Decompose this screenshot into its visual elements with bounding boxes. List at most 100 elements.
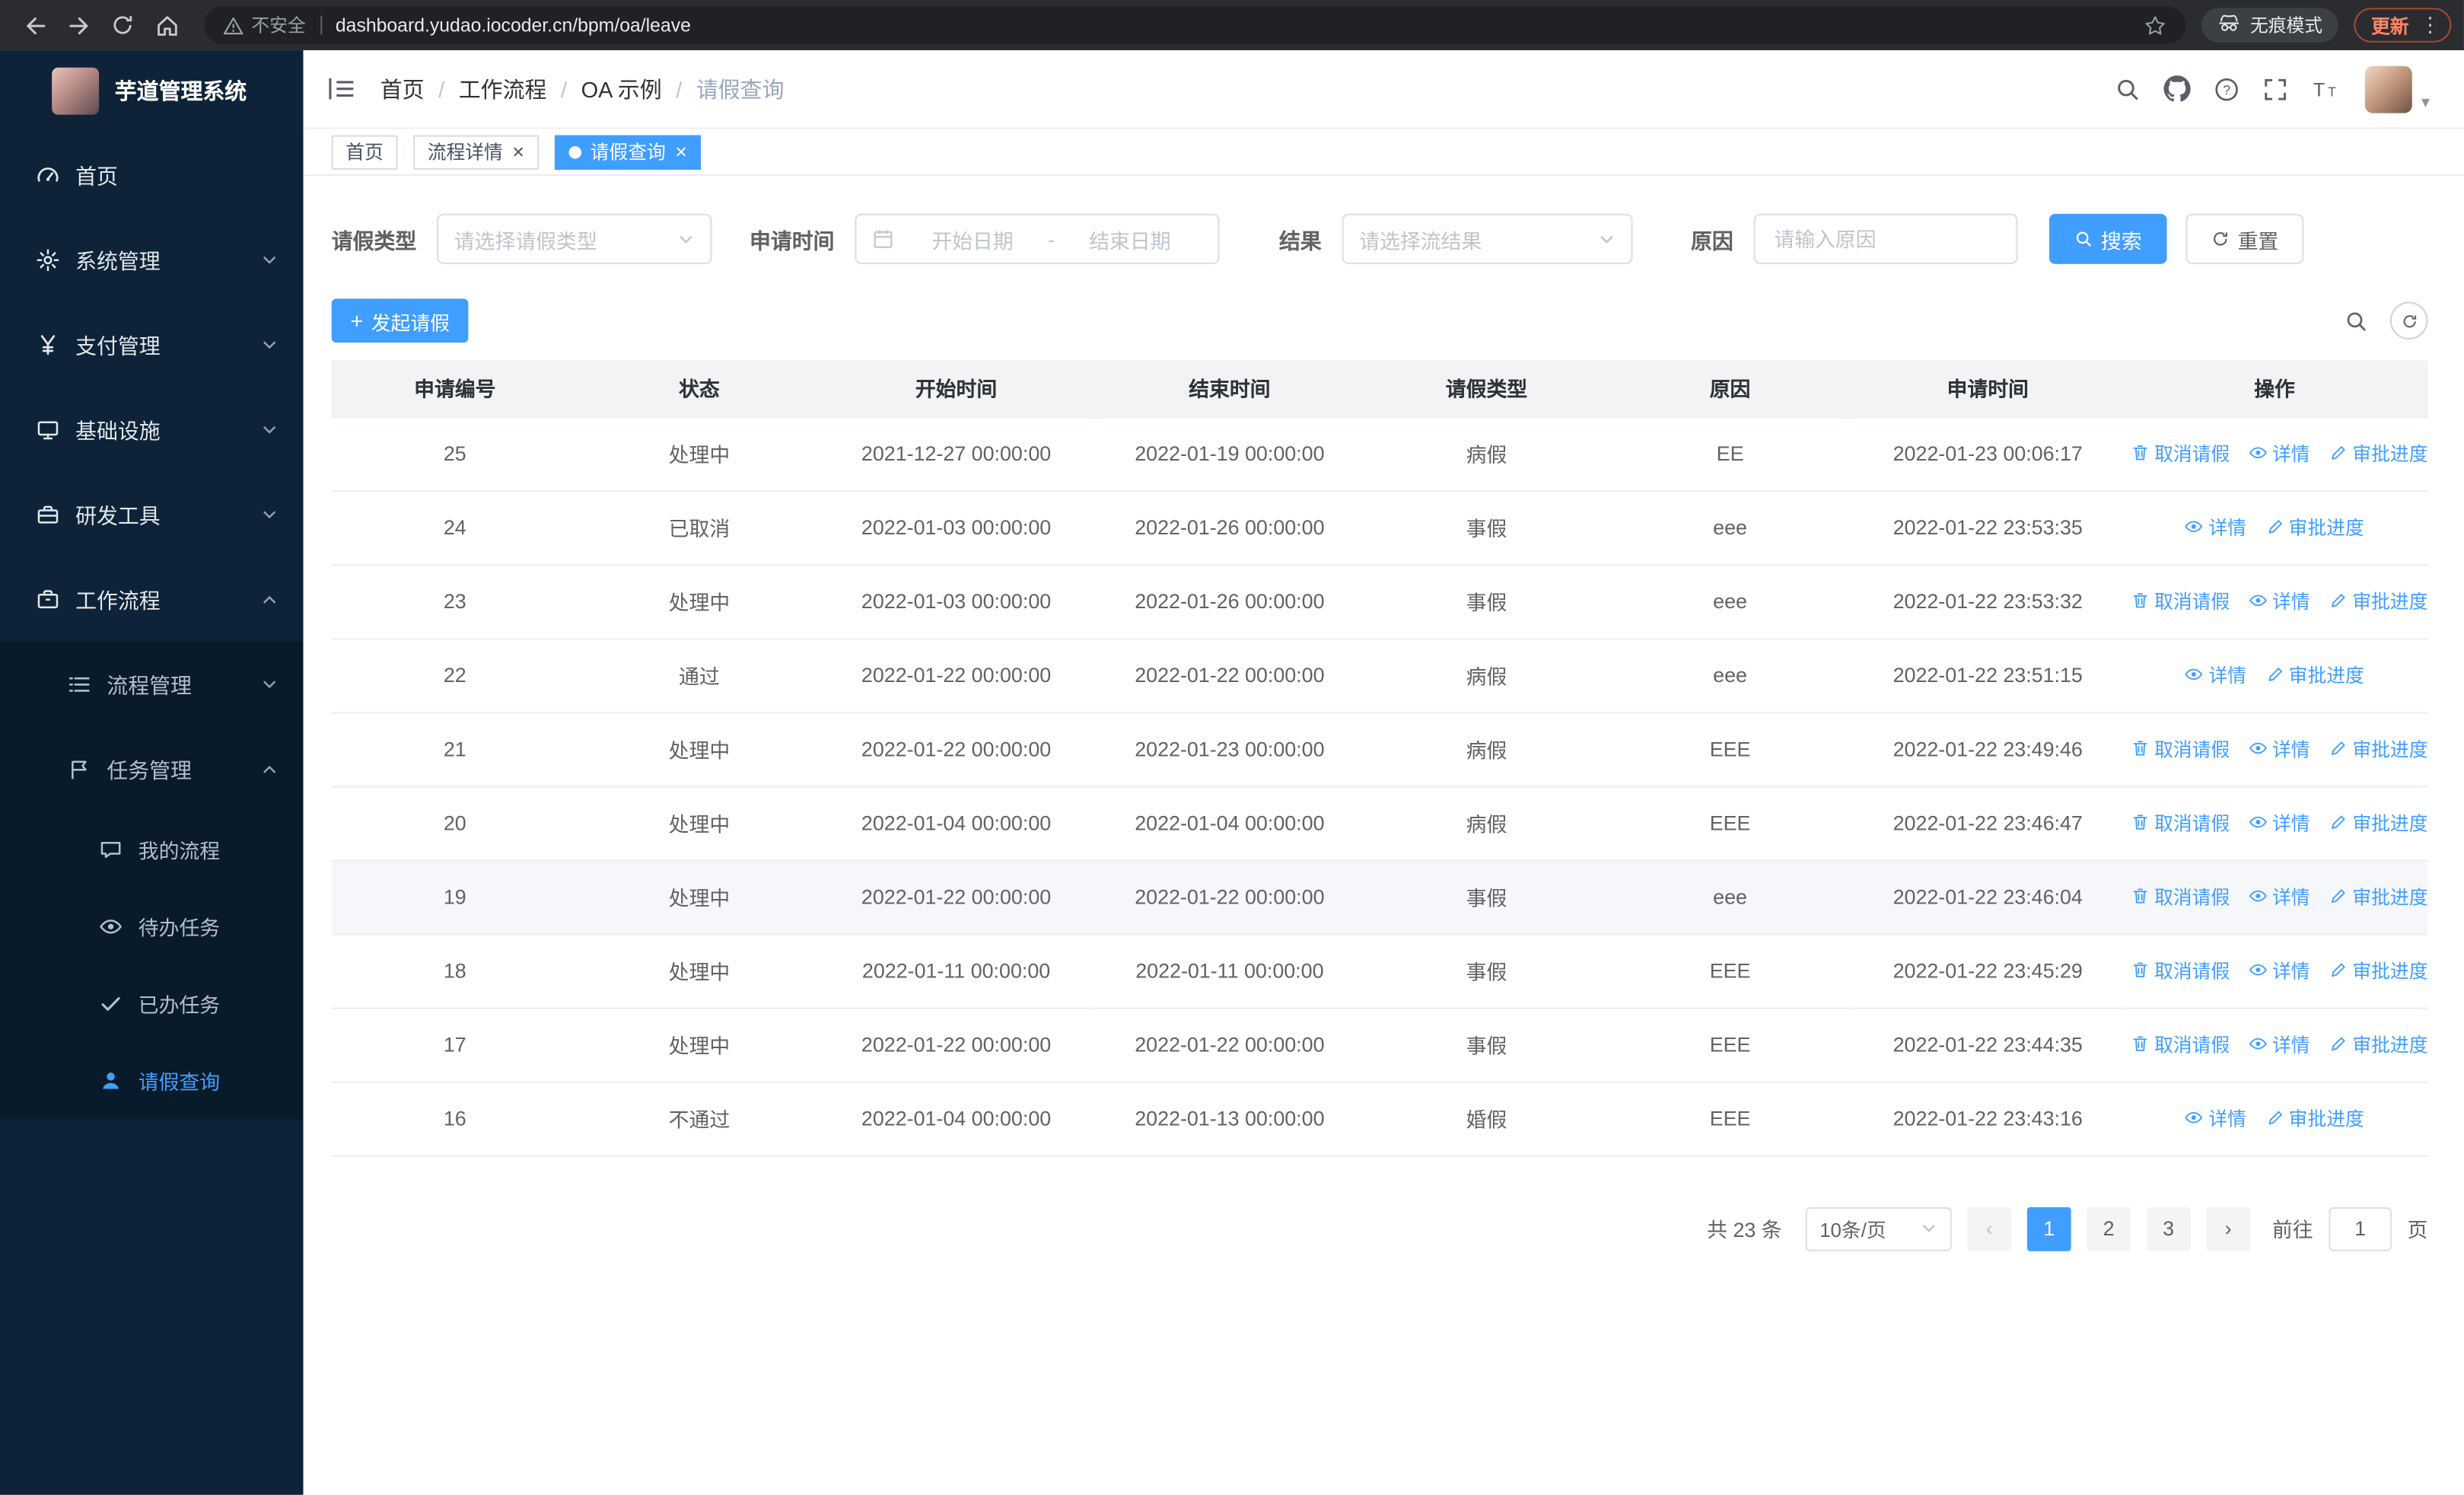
sidebar-item-leave-query[interactable]: 请假查询 — [0, 1042, 304, 1120]
sidebar: 芋道管理系统 首页 系统管理 支付管理 基础设施 研发工具 工作流程 流程管理 任务管理 我的流… — [0, 50, 304, 1495]
progress-link[interactable]: 审批进度 — [2329, 883, 2427, 910]
leave-table-body: 25 处理中 2021-12-27 00:00:00 2022-01-19 00:00… — [331, 416, 2428, 1156]
update-button[interactable]: 更新 ⋮ — [2354, 8, 2452, 43]
start-date-placeholder[interactable]: 开始日期 — [900, 224, 1045, 253]
breadcrumb-oa-example[interactable]: OA 示例 — [581, 73, 662, 104]
sidebar-item-task-mgmt[interactable]: 任务管理 — [0, 726, 304, 811]
address-bar[interactable]: 不安全 dashboard.yudao.iocoder.cn/bpm/oa/le… — [204, 6, 2186, 44]
font-size-icon[interactable]: TT — [2312, 77, 2341, 100]
search-icon[interactable] — [2115, 76, 2141, 101]
avatar[interactable] — [2364, 65, 2412, 113]
sidebar-item-system[interactable]: 系统管理 — [0, 217, 304, 302]
fullscreen-icon[interactable] — [2263, 76, 2288, 101]
detail-link[interactable]: 详情 — [2249, 1031, 2310, 1057]
breadcrumb-workflow[interactable]: 工作流程 — [459, 73, 547, 104]
cell-leave-type: 事假 — [1367, 1007, 1606, 1082]
forward-button[interactable] — [56, 3, 100, 47]
cell-end-time: 2022-01-11 00:00:00 — [1092, 933, 1367, 1009]
cancel-leave-link[interactable]: 取消请假 — [2131, 735, 2230, 762]
table-row: 17 处理中 2022-01-22 00:00:00 2022-01-22 00:00… — [331, 1007, 2428, 1082]
cancel-leave-link[interactable]: 取消请假 — [2131, 883, 2230, 910]
progress-link[interactable]: 审批进度 — [2265, 514, 2364, 540]
end-date-placeholder[interactable]: 结束日期 — [1058, 224, 1202, 253]
detail-link[interactable]: 详情 — [2249, 735, 2310, 762]
toggle-search-icon[interactable] — [2345, 309, 2368, 333]
sidebar-item-infrastructure[interactable]: 基础设施 — [0, 387, 304, 472]
github-icon[interactable] — [2163, 75, 2191, 102]
progress-link[interactable]: 审批进度 — [2265, 1105, 2364, 1131]
sidebar-item-done-tasks[interactable]: 已办任务 — [0, 964, 304, 1043]
close-icon[interactable]: × — [512, 142, 524, 162]
tab-leave-query[interactable]: 请假查询 × — [554, 134, 702, 169]
help-icon[interactable]: ? — [2214, 76, 2240, 101]
progress-link[interactable]: 审批进度 — [2329, 735, 2427, 762]
sidebar-item-process-mgmt[interactable]: 流程管理 — [0, 641, 304, 727]
cancel-leave-link[interactable]: 取消请假 — [2131, 809, 2230, 836]
next-page-button[interactable]: › — [2206, 1206, 2251, 1251]
cell-status: 处理中 — [578, 859, 820, 935]
progress-link[interactable]: 审批进度 — [2329, 588, 2427, 614]
warning-icon — [223, 15, 244, 36]
search-button[interactable]: 搜索 — [2049, 213, 2167, 264]
sidebar-item-home[interactable]: 首页 — [0, 132, 304, 217]
refresh-table-icon[interactable] — [2389, 301, 2428, 340]
cancel-leave-link[interactable]: 取消请假 — [2131, 588, 2230, 614]
tab-home[interactable]: 首页 — [331, 134, 398, 169]
detail-link[interactable]: 详情 — [2249, 883, 2310, 910]
page-size-select[interactable]: 10条/页 — [1805, 1206, 1952, 1251]
detail-link[interactable]: 详情 — [2185, 661, 2246, 688]
progress-link[interactable]: 审批进度 — [2265, 661, 2364, 688]
application-window: 不安全 dashboard.yudao.iocoder.cn/bpm/oa/le… — [0, 0, 2464, 1495]
table-header-row: 申请编号 状态 开始时间 结束时间 请假类型 原因 申请时间 操作 — [331, 359, 2428, 418]
bookmark-star-icon[interactable] — [2144, 14, 2167, 37]
edit-icon — [2329, 1034, 2348, 1054]
breadcrumb-current: 请假查询 — [696, 76, 785, 102]
cancel-leave-link[interactable]: 取消请假 — [2131, 957, 2230, 983]
progress-link[interactable]: 审批进度 — [2329, 809, 2427, 836]
collapse-sidebar-icon[interactable] — [327, 75, 357, 102]
prev-page-button[interactable]: ‹ — [1967, 1206, 2012, 1251]
progress-link[interactable]: 审批进度 — [2329, 1031, 2427, 1057]
detail-link[interactable]: 详情 — [2185, 514, 2246, 540]
kebab-menu-icon[interactable]: ⋮ — [2420, 13, 2440, 38]
sidebar-item-payment[interactable]: 支付管理 — [0, 301, 304, 387]
detail-link[interactable]: 详情 — [2185, 1105, 2246, 1131]
detail-link[interactable]: 详情 — [2249, 809, 2310, 836]
cell-ops: 取消请假 详情 审批进度 — [2121, 933, 2428, 1009]
sidebar-item-my-process[interactable]: 我的流程 — [0, 811, 304, 888]
tab-process-detail[interactable]: 流程详情 × — [413, 134, 539, 169]
sidebar-item-label: 我的流程 — [138, 839, 221, 863]
user-menu[interactable]: ▼ — [2364, 65, 2433, 113]
page-button-2[interactable]: 2 — [2087, 1206, 2131, 1251]
sidebar-item-todo-tasks[interactable]: 待办任务 — [0, 888, 304, 965]
result-select[interactable]: 请选择流结果 — [1342, 213, 1633, 264]
col-status: 状态 — [578, 359, 820, 418]
goto-page-input[interactable] — [2329, 1206, 2392, 1251]
reason-input[interactable] — [1753, 213, 2018, 264]
progress-link[interactable]: 审批进度 — [2329, 957, 2427, 983]
cancel-leave-link[interactable]: 取消请假 — [2131, 1031, 2230, 1057]
cancel-leave-link[interactable]: 取消请假 — [2131, 440, 2230, 467]
leave-type-select[interactable]: 请选择请假类型 — [437, 213, 712, 264]
home-button[interactable] — [145, 3, 189, 47]
page-button-1[interactable]: 1 — [2026, 1206, 2071, 1251]
date-range-picker[interactable]: 开始日期 - 结束日期 — [855, 213, 1220, 264]
reset-button[interactable]: 重置 — [2185, 213, 2304, 264]
page-button-3[interactable]: 3 — [2146, 1206, 2191, 1251]
detail-link[interactable]: 详情 — [2249, 440, 2310, 467]
cell-ops: 取消请假 详情 审批进度 — [2121, 1007, 2428, 1082]
sidebar-item-label: 支付管理 — [75, 334, 161, 359]
reload-button[interactable] — [100, 3, 145, 47]
delete-icon — [2131, 961, 2150, 980]
back-button[interactable] — [13, 3, 57, 47]
detail-link[interactable]: 详情 — [2249, 588, 2310, 614]
create-leave-button[interactable]: + 发起请假 — [331, 298, 469, 343]
breadcrumb-home[interactable]: 首页 — [380, 73, 425, 104]
progress-link[interactable]: 审批进度 — [2329, 440, 2427, 467]
sidebar-item-label: 请假查询 — [138, 1070, 221, 1095]
close-icon[interactable]: × — [675, 142, 687, 162]
detail-link[interactable]: 详情 — [2249, 957, 2310, 983]
cell-apply-time: 2022-01-22 23:45:29 — [1854, 933, 2122, 1009]
sidebar-item-workflow[interactable]: 工作流程 — [0, 556, 304, 642]
sidebar-item-dev-tools[interactable]: 研发工具 — [0, 472, 304, 557]
